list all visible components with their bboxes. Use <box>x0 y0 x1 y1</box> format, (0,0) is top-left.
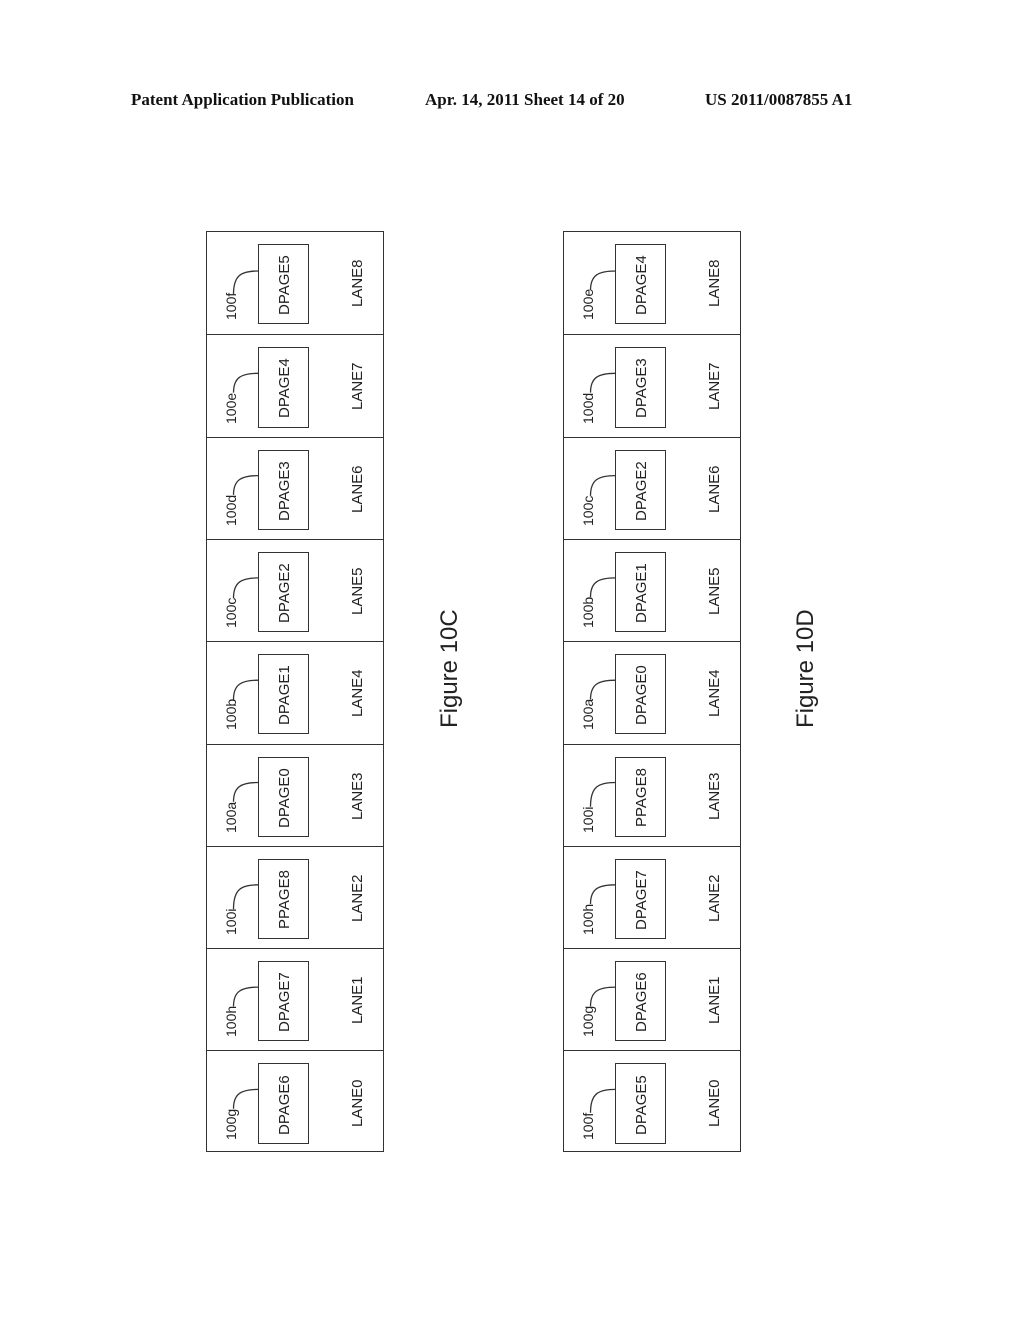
reference-numeral: 100f <box>223 293 239 321</box>
figure-label: Figure 10D <box>792 609 819 728</box>
page-label: DPAGE0 <box>276 767 293 828</box>
lane-label: LANE2 <box>348 874 366 922</box>
reference-numeral: 100d <box>580 392 596 424</box>
lane-cell: DPAGE1 LANE5 100b <box>564 538 740 641</box>
lane-cell: DPAGE4 LANE7 100e <box>207 334 383 436</box>
lane-label: LANE0 <box>705 1079 723 1127</box>
page-box: DPAGE1 <box>615 551 666 633</box>
page-label: DPAGE3 <box>633 358 650 419</box>
page-box: DPAGE2 <box>615 449 666 530</box>
page-box: PPAGE8 <box>615 756 666 837</box>
page-box: DPAGE3 <box>258 449 309 530</box>
reference-numeral: 100b <box>223 699 239 731</box>
lane-cell: DPAGE2 LANE5 100c <box>207 538 383 641</box>
page-box: DPAGE2 <box>258 551 309 633</box>
lane-label: LANE1 <box>348 976 366 1025</box>
lane-label: LANE4 <box>705 669 723 718</box>
page-box: PPAGE8 <box>258 858 309 940</box>
lane-cell: DPAGE1 LANE4 100b <box>207 641 383 743</box>
page-box: DPAGE0 <box>258 756 309 837</box>
lane-cell: DPAGE5 LANE0 100f <box>564 1050 740 1152</box>
figure-area: DPAGE5 LANE8 100f DPAGE4 LANE7 100e DPAGE3 LANE… <box>0 0 1024 1320</box>
lane-cell: DPAGE6 LANE1 100g <box>564 948 740 1050</box>
reference-numeral: 100h <box>580 903 596 936</box>
reference-numeral: 100d <box>223 494 239 526</box>
reference-numeral: 100c <box>223 597 239 629</box>
page-box: DPAGE4 <box>615 244 666 325</box>
lane-label: LANE3 <box>705 772 723 820</box>
page-box: DPAGE3 <box>615 347 666 428</box>
figure-label: Figure 10C <box>436 609 463 728</box>
page-box: DPAGE7 <box>258 961 309 1042</box>
lane-cell: PPAGE8 LANE3 100i <box>564 743 740 846</box>
lane-cell: DPAGE2 LANE6 100c <box>564 436 740 539</box>
reference-numeral: 100a <box>580 699 596 731</box>
lane-label: LANE6 <box>348 465 366 513</box>
lane-cell: PPAGE8 LANE2 100i <box>207 845 383 948</box>
page-label: DPAGE2 <box>276 563 293 624</box>
reference-numeral: 100c <box>580 495 596 526</box>
page-label: DPAGE0 <box>633 665 650 726</box>
lane-label: LANE5 <box>705 567 723 616</box>
page-box: DPAGE1 <box>258 654 309 735</box>
lane-panel-10c: DPAGE5 LANE8 100f DPAGE4 LANE7 100e DPAGE3 LANE… <box>206 231 384 1152</box>
lane-label: LANE4 <box>348 669 366 718</box>
page-label: DPAGE4 <box>276 358 293 419</box>
lane-cell: DPAGE5 LANE8 100f <box>207 232 383 334</box>
page-box: DPAGE6 <box>615 961 666 1042</box>
page-label: DPAGE2 <box>633 460 650 521</box>
lane-cell: DPAGE7 LANE1 100h <box>207 948 383 1050</box>
reference-numeral: 100g <box>223 1108 239 1140</box>
lane-label: LANE7 <box>705 362 723 411</box>
lane-label: LANE3 <box>348 772 366 820</box>
page-label: DPAGE1 <box>633 563 650 624</box>
reference-numeral: 100h <box>223 1006 239 1038</box>
lane-label: LANE6 <box>705 465 723 513</box>
reference-numeral: 100i <box>580 806 596 833</box>
page-label: DPAGE1 <box>276 665 293 726</box>
page-label: PPAGE8 <box>276 870 293 930</box>
page-box: DPAGE5 <box>258 244 309 325</box>
reference-numeral: 100e <box>580 289 596 321</box>
lane-label: LANE5 <box>348 567 366 616</box>
lane-label: LANE2 <box>705 874 723 922</box>
page-label: DPAGE5 <box>633 1074 650 1135</box>
page-box: DPAGE5 <box>615 1063 666 1144</box>
lane-label: LANE1 <box>705 976 723 1025</box>
reference-numeral: 100i <box>223 908 239 936</box>
page-label: PPAGE8 <box>633 768 650 828</box>
page-box: DPAGE0 <box>615 654 666 735</box>
page-label: DPAGE3 <box>276 460 293 521</box>
lane-label: LANE0 <box>348 1079 366 1127</box>
lane-cell: DPAGE4 LANE8 100e <box>564 232 740 334</box>
lane-cell: DPAGE6 LANE0 100g <box>207 1050 383 1152</box>
page-box: DPAGE4 <box>258 347 309 428</box>
page-label: DPAGE7 <box>633 870 650 930</box>
page-label: DPAGE7 <box>276 972 293 1033</box>
page-label: DPAGE6 <box>633 972 650 1033</box>
reference-numeral: 100g <box>580 1006 596 1038</box>
lane-panel-10d: DPAGE4 LANE8 100e DPAGE3 LANE7 100d DPAGE2 LANE… <box>563 231 741 1152</box>
lane-label: LANE8 <box>348 259 366 308</box>
reference-numeral: 100f <box>580 1112 596 1140</box>
reference-numeral: 100a <box>223 801 239 833</box>
page-label: DPAGE5 <box>276 255 293 316</box>
page-box: DPAGE7 <box>615 858 666 940</box>
lane-label: LANE7 <box>348 362 366 411</box>
lane-cell: DPAGE0 LANE4 100a <box>564 641 740 743</box>
page-box: DPAGE6 <box>258 1063 309 1144</box>
reference-numeral: 100b <box>580 597 596 629</box>
lane-cell: DPAGE7 LANE2 100h <box>564 845 740 948</box>
lane-cell: DPAGE3 LANE7 100d <box>564 334 740 436</box>
lane-label: LANE8 <box>705 259 723 308</box>
reference-numeral: 100e <box>223 392 239 424</box>
lane-cell: DPAGE3 LANE6 100d <box>207 436 383 539</box>
page-label: DPAGE4 <box>633 255 650 316</box>
page-label: DPAGE6 <box>276 1074 293 1135</box>
lane-cell: DPAGE0 LANE3 100a <box>207 743 383 846</box>
